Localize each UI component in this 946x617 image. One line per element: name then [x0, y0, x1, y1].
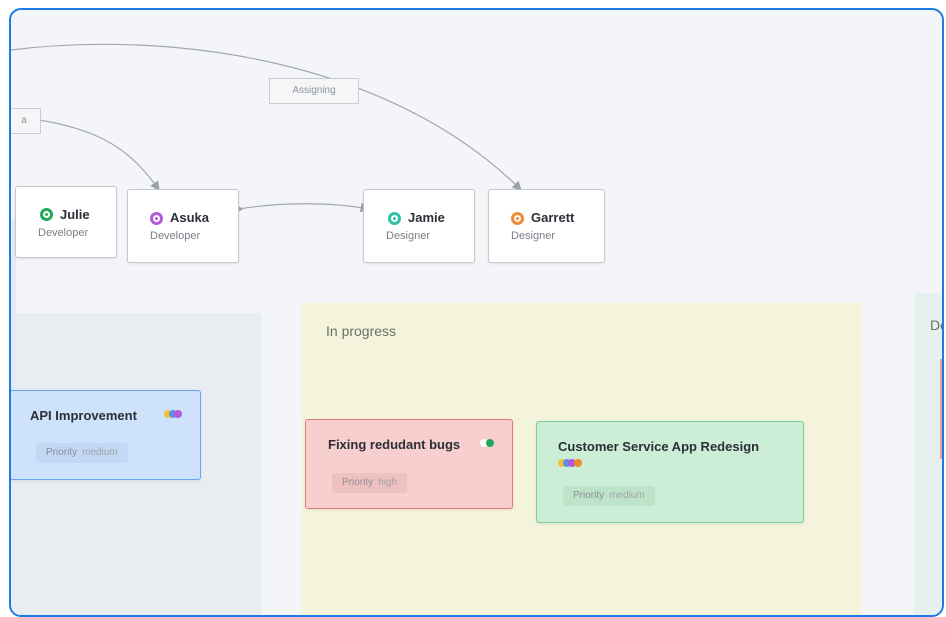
- priority-tag: Priority medium: [36, 443, 128, 463]
- priority-label: Priority: [46, 447, 78, 458]
- person-card-asuka[interactable]: Asuka Developer: [127, 189, 239, 263]
- person-role: Designer: [386, 230, 431, 242]
- priority-tag: Priority high: [332, 473, 408, 493]
- board-canvas[interactable]: In progress Do a Assigning Julie Develop…: [11, 10, 942, 615]
- link-left: [38, 119, 160, 191]
- person-card-garrett[interactable]: Garrett Designer: [488, 189, 605, 263]
- person-card-jamie[interactable]: Jamie Designer: [363, 189, 475, 263]
- link-assigning: [11, 43, 522, 191]
- person-card-julie[interactable]: Julie Developer: [15, 186, 117, 258]
- priority-value: medium: [609, 490, 645, 501]
- priority-label: Priority: [342, 477, 374, 488]
- eye-icon: [40, 208, 53, 221]
- canvas-frame: In progress Do a Assigning Julie Develop…: [9, 8, 944, 617]
- relationship-links: [11, 43, 522, 213]
- priority-tag: Priority medium: [563, 486, 655, 506]
- priority-value: high: [378, 477, 398, 488]
- card-title: Fixing redudant bugs: [328, 437, 461, 452]
- person-name: Jamie: [408, 210, 445, 225]
- eye-icon: [388, 212, 401, 225]
- assignee-dots: [480, 439, 496, 449]
- edge-label-left[interactable]: a: [11, 108, 41, 134]
- priority-label: Priority: [573, 490, 605, 501]
- task-card-api-improvement[interactable]: API Improvement Priority medium: [11, 390, 201, 480]
- card-title: Customer Service App Redesign: [558, 439, 760, 454]
- person-role: Designer: [511, 230, 556, 242]
- task-card-fixing-bugs[interactable]: Fixing redudant bugs Priority high: [305, 419, 513, 509]
- eye-icon: [150, 212, 163, 225]
- task-card-customer-service[interactable]: Customer Service App Redesign Priority me…: [536, 421, 804, 523]
- link-asuka-jamie: [238, 202, 371, 213]
- assignee-dots: [558, 459, 588, 469]
- person-name: Asuka: [170, 210, 210, 225]
- person-name: Julie: [60, 207, 90, 222]
- person-name: Garrett: [531, 210, 575, 225]
- person-role: Developer: [150, 230, 201, 242]
- card-title: API Improvement: [30, 408, 137, 423]
- edge-label-assigning[interactable]: Assigning: [269, 78, 359, 104]
- person-role: Developer: [38, 227, 89, 239]
- priority-value: medium: [82, 447, 118, 458]
- assignee-dots: [164, 410, 186, 420]
- eye-icon: [511, 212, 524, 225]
